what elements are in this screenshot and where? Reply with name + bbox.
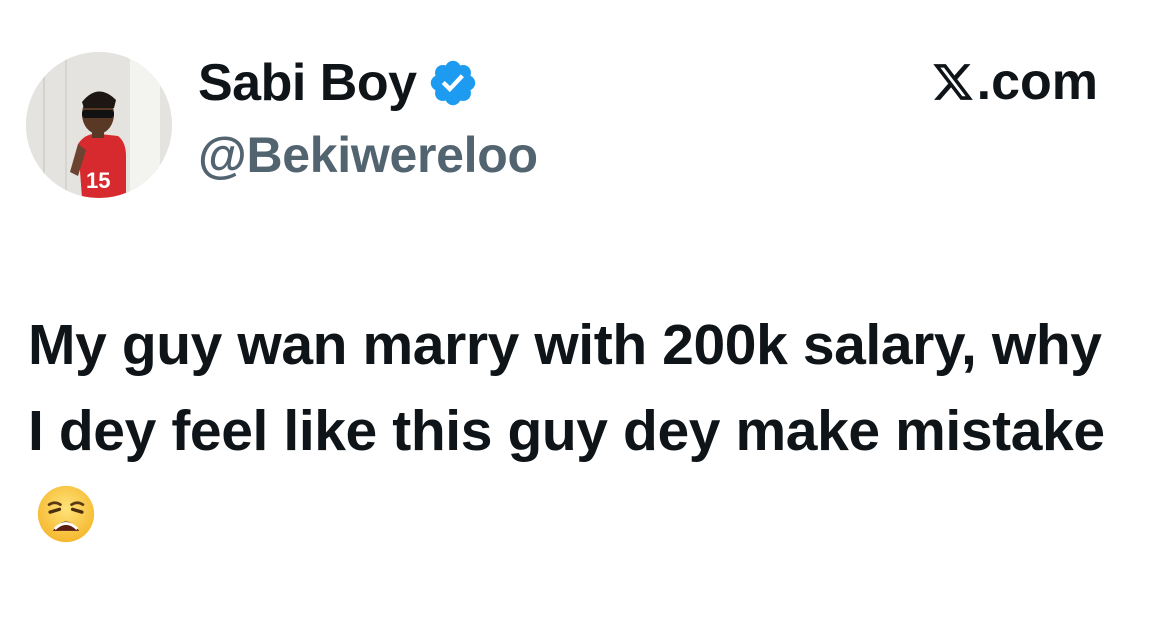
author-handle[interactable]: @Bekiwereloo [198, 126, 538, 184]
tweet-text: My guy wan marry with 200k salary, why I… [28, 313, 1105, 463]
display-name[interactable]: Sabi Boy [198, 53, 417, 113]
verified-badge-icon [427, 57, 479, 109]
tweet-body: My guy wan marry with 200k salary, why I… [28, 302, 1128, 560]
svg-text:15: 15 [86, 168, 110, 193]
site-brand[interactable]: .com [931, 52, 1098, 112]
author-name-row: Sabi Boy [198, 50, 479, 116]
weary-face-emoji [36, 484, 96, 544]
x-logo-icon [931, 60, 975, 104]
avatar[interactable]: 15 [26, 52, 172, 198]
site-domain: .com [976, 53, 1098, 111]
